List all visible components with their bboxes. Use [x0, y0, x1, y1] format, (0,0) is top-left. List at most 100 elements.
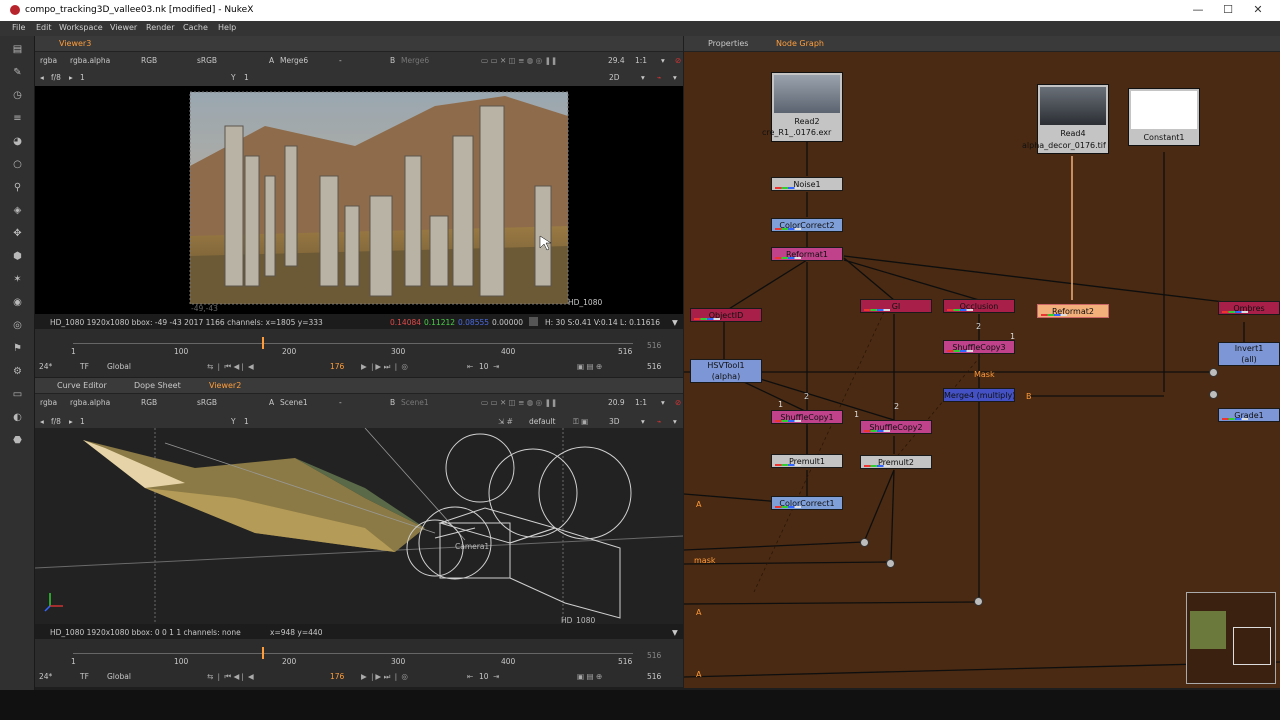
tf-dropdown[interactable]: TF	[80, 362, 89, 371]
shufflecopy3-node[interactable]: ShuffleCopy3	[943, 340, 1015, 354]
current-frame-field[interactable]: 176	[330, 672, 344, 681]
constant1-node[interactable]: Constant1	[1128, 88, 1200, 146]
skip-forward-icon[interactable]: ⇥	[493, 362, 499, 371]
viewer-tool-icons[interactable]: ▭ ▭ ✕ ◫ ≡ ◍ ◎ ❚❚	[481, 56, 557, 65]
frame-field[interactable]: 1	[80, 73, 85, 82]
grade1-node[interactable]: Grade1	[1218, 408, 1280, 422]
lut-dropdown[interactable]: sRGB	[197, 398, 217, 407]
particle-tools-icon[interactable]: ✶	[11, 274, 24, 285]
close-button[interactable]: ✕	[1248, 3, 1268, 17]
chevron-down-icon[interactable]: ▾	[661, 398, 665, 407]
other-tools-icon[interactable]: ▭	[11, 389, 24, 400]
views-tools-icon[interactable]: ◎	[11, 320, 24, 331]
tab-node-graph[interactable]: Node Graph	[772, 39, 828, 51]
flipbook-icon[interactable]: ▣ ▤ ⊕	[577, 362, 602, 371]
playback-controls-icon[interactable]: ⇆ ❘ ⏮ ◀❘ ◀	[207, 362, 254, 372]
input-a-dropdown[interactable]: Merge6	[280, 56, 308, 65]
reformat2-node[interactable]: Reformat2	[1037, 304, 1109, 318]
menu-file[interactable]: File	[12, 23, 25, 32]
viewer1-viewport[interactable]: HD_1080 -49,-43	[35, 86, 683, 314]
chevron-down-icon[interactable]: ▾	[673, 417, 677, 426]
gain-field[interactable]: 29.4	[608, 56, 625, 65]
y-field[interactable]: 1	[244, 73, 249, 82]
ocula-tools-icon[interactable]: ⬣	[11, 435, 24, 446]
input-b-dropdown[interactable]: Merge6	[401, 56, 429, 65]
playhead[interactable]	[262, 647, 264, 659]
lock-icon[interactable]: ⚿ ▣	[573, 417, 588, 427]
menu-help[interactable]: Help	[218, 23, 236, 32]
frame-field[interactable]: 1	[80, 417, 85, 426]
composite-dropdown[interactable]: -	[339, 398, 342, 407]
viewer2-viewport[interactable]: Camera1 HD_1080	[35, 428, 683, 624]
current-frame-field[interactable]: 176	[330, 362, 344, 371]
frame-prev-icon[interactable]: ◂	[40, 417, 44, 426]
input-a-dropdown[interactable]: Scene1	[280, 398, 308, 407]
chevron-down-icon[interactable]: ▾	[641, 417, 645, 426]
draw-tools-icon[interactable]: ✎	[11, 67, 24, 78]
clip-warning-icon[interactable]: ⌁	[657, 73, 662, 82]
frame-next-icon[interactable]: ▸	[69, 417, 73, 426]
deep-tools-icon[interactable]: ◉	[11, 297, 24, 308]
menu-workspace[interactable]: Workspace	[59, 23, 103, 32]
channels-dropdown[interactable]: rgba	[40, 398, 57, 407]
colorspace-dropdown[interactable]: RGB	[141, 56, 157, 65]
pipe-dot[interactable]	[886, 559, 895, 568]
pipe-dot[interactable]	[1209, 390, 1218, 399]
maximize-button[interactable]: ☐	[1218, 3, 1238, 17]
menu-cache[interactable]: Cache	[183, 23, 208, 32]
playhead[interactable]	[262, 337, 264, 349]
chevron-down-icon[interactable]: ▾	[673, 73, 677, 82]
frame-next-icon[interactable]: ▸	[69, 73, 73, 82]
play-forward-icon[interactable]: ▶ ❘▶ ⏭ ❘ ◎	[361, 362, 408, 372]
channels-dropdown[interactable]: rgba	[40, 56, 57, 65]
menu-render[interactable]: Render	[146, 23, 174, 32]
skip-icon[interactable]: ⇤	[467, 362, 473, 371]
pipe-dot[interactable]	[974, 597, 983, 606]
gi-node[interactable]: GI	[860, 299, 932, 313]
grid-icon[interactable]: ⇲ #	[498, 417, 513, 426]
timeline1[interactable]: 1 100 200 300 400 516 516 24* TF Global …	[35, 329, 683, 377]
tab-viewer3[interactable]: Viewer3	[55, 39, 95, 51]
chevron-down-icon[interactable]: ▾	[641, 73, 645, 82]
end-frame-field[interactable]: 516	[647, 672, 661, 681]
gain-field[interactable]: 20.9	[608, 398, 625, 407]
objectid-node[interactable]: ObjectID	[690, 308, 762, 322]
reformat1-node[interactable]: Reformat1	[771, 247, 843, 261]
menu-edit[interactable]: Edit	[36, 23, 52, 32]
pipe-dot[interactable]	[1209, 368, 1218, 377]
step-field[interactable]: 10	[479, 362, 489, 371]
camera-mode-dropdown[interactable]: default	[529, 417, 555, 426]
keyer-tools-icon[interactable]: ⚲	[11, 182, 24, 193]
fstop-field[interactable]: f/8	[51, 73, 61, 82]
tf-dropdown[interactable]: TF	[80, 672, 89, 681]
fps-dropdown[interactable]: 24*	[39, 362, 52, 371]
play-forward-icon[interactable]: ▶ ❘▶ ⏭ ❘ ◎	[361, 672, 408, 682]
zoom-ratio[interactable]: 1:1	[635, 398, 647, 407]
composite-dropdown[interactable]: -	[339, 56, 342, 65]
occlusion-node[interactable]: Occlusion	[943, 299, 1015, 313]
image-tools-icon[interactable]: ▤	[11, 44, 24, 55]
scope-dropdown[interactable]: Global	[107, 672, 131, 681]
end-frame-field[interactable]: 516	[647, 362, 661, 371]
merge-tools-icon[interactable]: ◈	[11, 205, 24, 216]
input-b-dropdown[interactable]: Scene1	[401, 398, 429, 407]
tab-viewer2[interactable]: Viewer2	[205, 381, 245, 393]
pin-icon[interactable]: ⊘	[675, 398, 681, 407]
colorcorrect2-node[interactable]: ColorCorrect2	[771, 218, 843, 232]
merge4-node[interactable]: Merge4 (multiply)	[943, 388, 1015, 402]
transform-tools-icon[interactable]: ✥	[11, 228, 24, 239]
pipe-dot[interactable]	[860, 538, 869, 547]
tab-properties[interactable]: Properties	[704, 39, 752, 51]
tab-dope-sheet[interactable]: Dope Sheet	[130, 381, 185, 393]
toolsets-icon[interactable]: ⚙	[11, 366, 24, 377]
color-tools-icon[interactable]: ◕	[11, 136, 24, 147]
node-graph-navigator[interactable]	[1186, 592, 1276, 684]
noise1-node[interactable]: Noise1	[771, 177, 843, 191]
playback-controls-icon[interactable]: ⇆ ❘ ⏮ ◀❘ ◀	[207, 672, 254, 682]
tab-curve-editor[interactable]: Curve Editor	[53, 381, 111, 393]
flipbook-icon[interactable]: ▣ ▤ ⊕	[577, 672, 602, 681]
frame-prev-icon[interactable]: ◂	[40, 73, 44, 82]
hsvtool1-node[interactable]: HSVTool1 (alpha)	[690, 359, 762, 383]
chevron-down-icon[interactable]: ▼	[672, 318, 678, 327]
viewer-tool-icons[interactable]: ▭ ▭ ✕ ◫ ≡ ◍ ◎ ❚❚	[481, 398, 557, 407]
